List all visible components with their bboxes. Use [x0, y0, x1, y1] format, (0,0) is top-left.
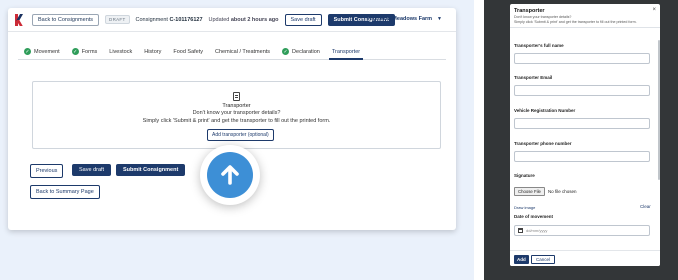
tab-declaration[interactable]: ✓ Declaration [276, 44, 326, 59]
tab-label: Declaration [292, 48, 320, 55]
tab-label: Chemical / Treatments [215, 48, 271, 55]
updated-prefix: Updated [208, 16, 230, 23]
close-icon[interactable]: × [652, 7, 656, 13]
email-field[interactable] [514, 85, 650, 96]
status-badge: DRAFT [105, 15, 130, 24]
farm-name: Highland Meadows Farm [367, 16, 433, 22]
consignment-prefix: Consignment [135, 16, 168, 23]
submit-consignment-button[interactable]: Submit Consignment [116, 164, 186, 176]
back-to-summary-button[interactable]: Back to Summary Page [30, 185, 100, 199]
back-to-consignments-button[interactable]: Back to Consignments [32, 13, 100, 26]
choose-file-button[interactable]: Choose File [514, 187, 545, 196]
modal-description: Simply click 'Submit & print' and get th… [514, 20, 637, 24]
add-transporter-button[interactable]: Add transporter (optional) [207, 129, 274, 141]
tab-chemical-treatments[interactable]: Chemical / Treatments [209, 44, 276, 59]
chevron-down-icon: ▼ [437, 16, 442, 22]
section-tabs: ✓ Movement ✓ Forms Livestock History Food … [18, 44, 446, 60]
no-file-text: No file chosen [547, 189, 577, 194]
full-name-label: Transporter's full name [514, 43, 564, 48]
k-logo-icon [14, 13, 26, 26]
tab-livestock[interactable]: Livestock [103, 44, 138, 59]
calendar-icon [518, 228, 523, 233]
modal-title: Transporter [514, 8, 545, 14]
rego-label: Vehicle Registration Number [514, 108, 576, 113]
modal-footer: Add Cancel [510, 250, 660, 266]
updated-time: Updated about 2 hours ago [209, 17, 279, 23]
tab-history[interactable]: History [138, 44, 167, 59]
date-field[interactable]: dd/mm/yyyy [514, 225, 650, 236]
add-button[interactable]: Add [514, 255, 529, 264]
transporter-modal: Transporter × Don't know your transporte… [510, 4, 660, 266]
clear-link[interactable]: Clear [640, 204, 651, 209]
farm-selector[interactable]: Highland Meadows Farm ▼ [367, 16, 442, 22]
tab-food-safety[interactable]: Food Safety [167, 44, 209, 59]
modal-divider [510, 27, 660, 28]
full-name-field[interactable] [514, 53, 650, 64]
cancel-button[interactable]: Cancel [531, 255, 556, 264]
check-circle-icon: ✓ [282, 48, 290, 55]
rego-field[interactable] [514, 118, 650, 129]
email-label: Transporter Email [514, 75, 553, 80]
tab-label: Movement [34, 48, 60, 55]
check-circle-icon: ✓ [71, 48, 79, 55]
tab-label: History [144, 48, 162, 55]
date-label: Date of movement [514, 214, 554, 219]
draw-image-link[interactable]: Draw image [514, 205, 535, 210]
signature-label: Signature [514, 173, 535, 178]
tab-label: Forms [81, 48, 98, 55]
transporter-card: Transporter Don't know your transporter … [32, 81, 441, 149]
tab-forms[interactable]: ✓ Forms [66, 44, 104, 59]
transporter-description: Simply click 'Submit & print' and get th… [142, 118, 331, 124]
tab-label: Food Safety [173, 48, 204, 55]
tab-movement[interactable]: ✓ Movement [18, 44, 66, 59]
consignment-number: C-101176127 [169, 16, 203, 23]
consignment-id: Consignment C-101176127 [136, 17, 203, 23]
signature-upload: Choose File No file chosen [514, 187, 576, 196]
save-draft-button[interactable]: Save draft [72, 164, 112, 176]
tab-transporter[interactable]: Transporter [326, 44, 366, 60]
upload-button[interactable] [200, 145, 260, 205]
phone-label: Transporter phone number [514, 141, 572, 146]
save-draft-button-top[interactable]: Save draft [284, 13, 322, 26]
up-arrow-icon [207, 152, 253, 198]
phone-field[interactable] [514, 151, 650, 162]
updated-value: about 2 hours ago [230, 16, 279, 23]
modal-subtitle: Don't know your transporter details? [514, 15, 572, 19]
date-placeholder: dd/mm/yyyy [526, 228, 548, 233]
modal-scrollbar[interactable] [658, 40, 660, 180]
document-icon [233, 92, 240, 101]
previous-button[interactable]: Previous [30, 164, 64, 178]
tab-label: Transporter [331, 48, 361, 55]
check-circle-icon: ✓ [24, 48, 31, 55]
transporter-title: Transporter [222, 103, 251, 109]
tab-label: Livestock [109, 48, 133, 55]
transporter-subtitle: Don't know your transporter details? [192, 110, 281, 116]
